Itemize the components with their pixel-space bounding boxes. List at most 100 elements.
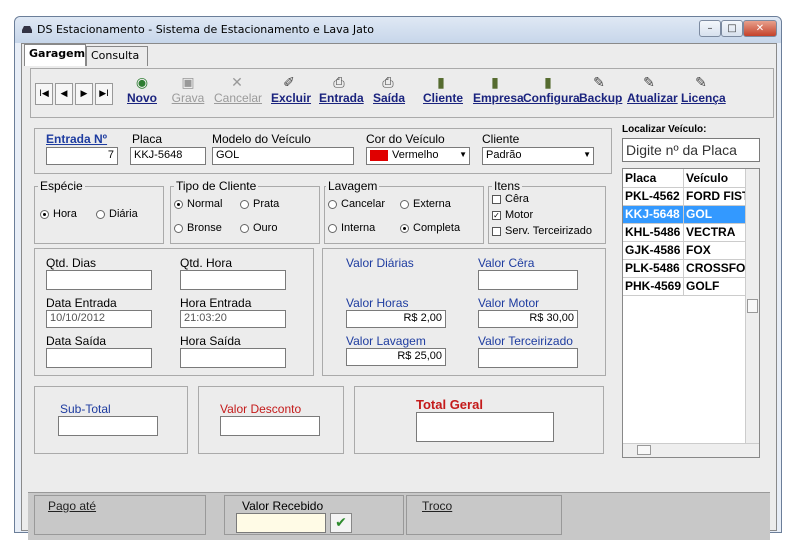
- printer-icon: ⎙: [333, 74, 345, 90]
- cell-placa: PHK-4569: [623, 277, 685, 296]
- vertical-scrollbar[interactable]: [745, 169, 759, 443]
- window-title: DS Estacionamento - Sistema de Estaciona…: [37, 23, 374, 36]
- qtd-dias-field[interactable]: [46, 270, 152, 290]
- cancelar-button[interactable]: ✕ Cancelar: [214, 73, 262, 105]
- cor-label: Cor do Veículo: [366, 132, 445, 146]
- ouro-radio[interactable]: Ouro: [240, 222, 277, 234]
- cera-checkbox[interactable]: Cêra: [492, 193, 529, 205]
- table-row[interactable]: PKL-4562 FORD FIST: [623, 187, 756, 206]
- valor-cera-field[interactable]: [478, 270, 578, 290]
- localizar-input[interactable]: Digite nº da Placa: [622, 138, 760, 162]
- table-row[interactable]: KHL-5486 VECTRA: [623, 223, 756, 242]
- total-geral-field[interactable]: [416, 412, 554, 442]
- minimize-button[interactable]: –: [699, 20, 721, 37]
- valor-terceirizado-field[interactable]: [478, 348, 578, 368]
- hora-entrada-label: Hora Entrada: [180, 296, 252, 310]
- scroll-thumb[interactable]: [747, 299, 758, 313]
- hora-radio[interactable]: Hora: [40, 208, 77, 220]
- qtd-hora-field[interactable]: [180, 270, 286, 290]
- tab-garagem[interactable]: Garagem: [24, 44, 86, 66]
- data-saida-field[interactable]: [46, 348, 152, 368]
- cliente-button[interactable]: ▮ Cliente: [423, 73, 463, 105]
- last-record-button[interactable]: ▶I: [95, 83, 113, 105]
- lavagem-title: Lavagem: [326, 179, 380, 193]
- normal-radio[interactable]: Normal: [174, 198, 222, 210]
- cliente-select[interactable]: Padrão ▼: [482, 147, 594, 165]
- qtd-hora-label: Qtd. Hora: [180, 256, 233, 270]
- serv-checkbox[interactable]: Serv. Terceirizado: [492, 225, 592, 237]
- completa-label: Completa: [413, 222, 461, 234]
- valor-recebido-label: Valor Recebido: [242, 499, 324, 513]
- horizontal-scrollbar[interactable]: [623, 443, 759, 457]
- hora-saida-field[interactable]: [180, 348, 286, 368]
- configura-button[interactable]: ▮ Configura: [523, 73, 580, 105]
- externa-label: Externa: [413, 198, 451, 210]
- bronse-radio[interactable]: Bronse: [174, 222, 222, 234]
- client-area: Garagem Consulta I◀ ◀ ▶ ▶I ◉ Novo ▣ Grava …: [21, 43, 777, 540]
- empresa-button[interactable]: ▮ Empresa: [473, 73, 524, 105]
- cor-select[interactable]: Vermelho ▼: [366, 147, 470, 165]
- subtotal-field[interactable]: [58, 416, 158, 436]
- valor-desconto-field[interactable]: [220, 416, 320, 436]
- prev-record-button[interactable]: ◀: [55, 83, 73, 105]
- checkbox-icon: [492, 194, 501, 204]
- table-row[interactable]: PLK-5486 CROSSFOX: [623, 259, 756, 278]
- valor-lavagem-field[interactable]: R$ 25,00: [346, 348, 446, 366]
- modelo-field[interactable]: GOL: [212, 147, 354, 165]
- radio-icon: [328, 199, 337, 209]
- valor-horas-field[interactable]: R$ 2,00: [346, 310, 446, 328]
- motor-label: Motor: [505, 209, 534, 221]
- externa-radio[interactable]: Externa: [400, 198, 451, 210]
- checkmark-icon: ✓: [492, 210, 501, 220]
- completa-radio[interactable]: Completa: [400, 222, 460, 234]
- valor-recebido-field[interactable]: [236, 513, 326, 533]
- grava-button[interactable]: ▣ Grava: [171, 73, 205, 105]
- radio-icon: [240, 199, 249, 209]
- valor-motor-field[interactable]: R$ 30,00: [478, 310, 578, 328]
- broom-icon: ✐: [283, 74, 295, 90]
- data-entrada-field[interactable]: 10/10/2012: [46, 310, 152, 328]
- entrada-field[interactable]: 7: [46, 147, 118, 165]
- first-record-button[interactable]: I◀: [35, 83, 53, 105]
- diaria-radio[interactable]: Diária: [96, 208, 138, 220]
- cancelar-radio[interactable]: Cancelar: [328, 198, 385, 210]
- valor-desconto-label: Valor Desconto: [220, 402, 302, 416]
- table-row[interactable]: GJK-4586 FOX: [623, 241, 756, 260]
- licenca-button[interactable]: ✎ Licença: [681, 73, 726, 105]
- saida-button[interactable]: ⎙ Saída: [373, 73, 405, 105]
- lavagem-group: [324, 186, 484, 244]
- valor-cera-label: Valor Cêra: [478, 256, 535, 270]
- especie-title: Espécie: [38, 179, 85, 193]
- checkmark-icon: ✔: [335, 515, 347, 531]
- tool-icon: ✎: [593, 74, 605, 90]
- close-button[interactable]: ✕: [743, 20, 777, 37]
- placa-field[interactable]: KKJ-5648: [130, 147, 206, 165]
- hora-saida-label: Hora Saída: [180, 334, 241, 348]
- motor-checkbox[interactable]: ✓ Motor: [492, 209, 533, 221]
- radio-icon: [400, 199, 409, 209]
- maximize-button[interactable]: □: [721, 20, 743, 37]
- backup-button[interactable]: ✎ Backup: [579, 73, 622, 105]
- valor-terceirizado-label: Valor Terceirizado: [478, 334, 573, 348]
- scroll-thumb[interactable]: [637, 445, 651, 455]
- prata-radio[interactable]: Prata: [240, 198, 279, 210]
- novo-button[interactable]: ◉ Novo: [127, 73, 157, 105]
- next-record-button[interactable]: ▶: [75, 83, 93, 105]
- radio-icon: [96, 209, 105, 219]
- book-icon: ▮: [437, 74, 445, 90]
- table-row-selected[interactable]: KKJ-5648 GOL: [623, 205, 756, 224]
- table-row[interactable]: PHK-4569 GOLF: [623, 277, 756, 296]
- atualizar-button[interactable]: ✎ Atualizar: [627, 73, 678, 105]
- title-bar: DS Estacionamento - Sistema de Estaciona…: [15, 17, 781, 43]
- tool-icon: ✎: [695, 74, 707, 90]
- subtotal-label: Sub-Total: [60, 402, 111, 416]
- color-swatch: [370, 149, 388, 161]
- interna-radio[interactable]: Interna: [328, 222, 375, 234]
- entrada-button[interactable]: ⎙ Entrada: [319, 73, 364, 105]
- confirm-button[interactable]: ✔: [330, 513, 352, 533]
- tab-consulta[interactable]: Consulta: [86, 46, 148, 66]
- excluir-button[interactable]: ✐ Excluir: [271, 73, 311, 105]
- header-placa[interactable]: Placa: [623, 169, 685, 188]
- radio-icon: [174, 199, 183, 209]
- hora-entrada-field[interactable]: 21:03:20: [180, 310, 286, 328]
